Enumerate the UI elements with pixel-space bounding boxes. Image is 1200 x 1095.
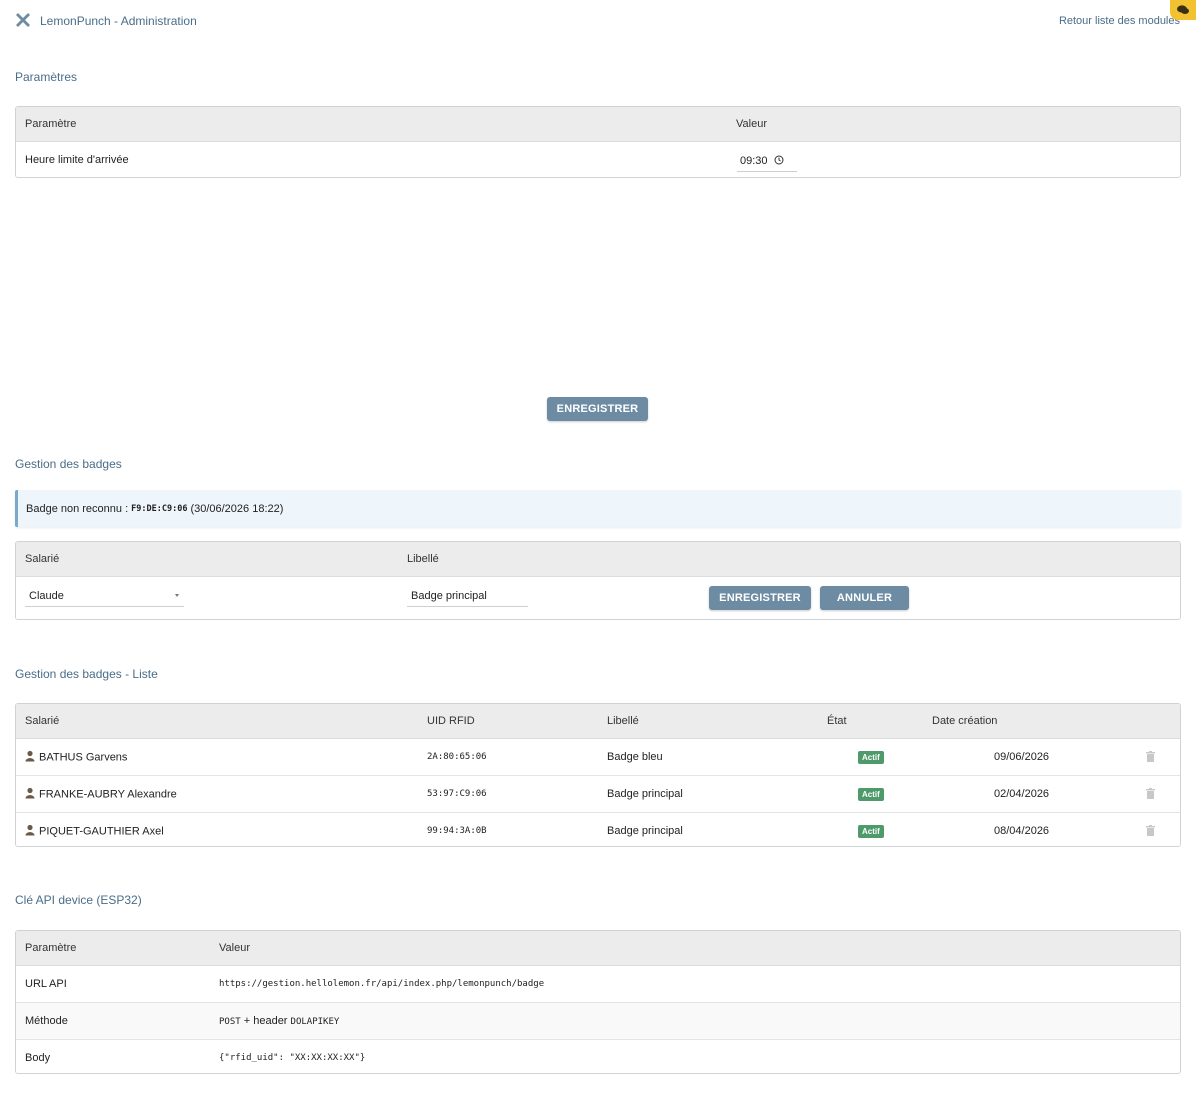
body-label: Body: [25, 1052, 51, 1064]
uid-cell: 53:97:C9:06: [427, 789, 487, 799]
back-to-modules-link[interactable]: Retour liste des modules: [1059, 15, 1180, 27]
col-uid: UID RFID: [427, 715, 475, 727]
employee-name: FRANKE-AUBRY Alexandre: [39, 788, 177, 801]
method-text: + header: [240, 1015, 291, 1027]
save-parametres-button[interactable]: ENREGISTRER: [547, 397, 648, 421]
col-salarie: Salarié: [25, 715, 60, 727]
col-parametre: Paramètre: [25, 942, 77, 954]
employee-name: BATHUS Garvens: [39, 751, 128, 764]
uid-cell: 2A:80:65:06: [427, 752, 487, 762]
method-label: Méthode: [25, 1015, 68, 1027]
employee-name: PIQUET-GAUTHIER Axel: [39, 825, 164, 838]
badge-label-input[interactable]: Badge principal: [407, 585, 528, 607]
parametres-table: Paramètre Valeur Heure limite d'arrivée …: [15, 106, 1181, 178]
tools-icon: [14, 12, 32, 30]
parametres-table-header: Paramètre Valeur: [16, 107, 1180, 142]
arrival-time-value: 09:30: [740, 155, 768, 167]
notice-date: (30/06/2026 18:22): [190, 502, 284, 515]
method-value: POST + header DOLAPIKEY: [219, 1015, 339, 1027]
parametres-title: Paramètres: [15, 70, 78, 84]
col-salarie: Salarié: [25, 553, 60, 565]
uid-cell: 99:94:3A:0B: [427, 826, 487, 836]
table-row: Méthode POST + header DOLAPIKEY: [16, 1003, 1180, 1040]
trash-icon[interactable]: [1146, 825, 1155, 836]
user-icon: [25, 750, 35, 762]
employee-cell[interactable]: FRANKE-AUBRY Alexandre: [25, 787, 177, 801]
user-icon: [25, 824, 35, 836]
notice-prefix: Badge non reconnu :: [26, 502, 129, 515]
url-label: URL API: [25, 978, 67, 990]
api-title: Clé API device (ESP32): [15, 893, 142, 907]
param-label: Heure limite d'arrivée: [25, 154, 129, 166]
label-cell: Badge principal: [607, 825, 683, 837]
badge-assign-form: Salarié Libellé Claude Badge principal E…: [15, 541, 1181, 620]
badge-label-value: Badge principal: [411, 589, 487, 602]
badge-assign-header: Salarié Libellé: [16, 542, 1180, 577]
employee-select[interactable]: Claude: [25, 585, 184, 607]
badge-list-title: Gestion des badges - Liste: [15, 667, 158, 681]
arrival-time-input[interactable]: 09:30: [737, 151, 797, 172]
employee-cell[interactable]: BATHUS Garvens: [25, 750, 128, 764]
table-row: FRANKE-AUBRY Alexandre 53:97:C9:06 Badge…: [16, 776, 1180, 813]
table-row: BATHUS Garvens 2A:80:65:06 Badge bleu Ac…: [16, 739, 1180, 776]
chat-icon[interactable]: [1170, 0, 1196, 20]
notice-uid: F9:DE:C9:06: [131, 503, 188, 514]
api-table: Paramètre Valeur URL API https://gestion…: [15, 930, 1181, 1074]
user-icon: [25, 787, 35, 799]
date-cell: 08/04/2026: [994, 825, 1050, 837]
table-row: Body {"rfid_uid": "XX:XX:XX:XX"}: [16, 1040, 1180, 1073]
badge-list-header: Salarié UID RFID Libellé État Date créat…: [16, 704, 1180, 739]
badges-title: Gestion des badges: [15, 457, 122, 471]
table-row: PIQUET-GAUTHIER Axel 99:94:3A:0B Badge p…: [16, 813, 1180, 846]
url-value: https://gestion.hellolemon.fr/api/index.…: [219, 979, 545, 989]
date-cell: 02/04/2026: [994, 788, 1050, 800]
status-badge: Actif: [858, 751, 884, 764]
method-code: POST: [219, 1017, 241, 1027]
col-libelle: Libellé: [607, 715, 639, 727]
employee-cell[interactable]: PIQUET-GAUTHIER Axel: [25, 824, 164, 838]
label-cell: Badge principal: [607, 788, 683, 800]
date-cell: 09/06/2026: [994, 751, 1050, 763]
col-valeur: Valeur: [736, 118, 767, 130]
employee-select-value: Claude: [29, 589, 64, 602]
status-badge: Actif: [858, 825, 884, 838]
trash-icon[interactable]: [1146, 751, 1155, 762]
unknown-badge-notice: Badge non reconnu : F9:DE:C9:06 (30/06/2…: [15, 490, 1181, 527]
status-badge: Actif: [858, 788, 884, 801]
top-bar: LemonPunch - Administration Retour liste…: [14, 12, 1180, 34]
cancel-badge-button[interactable]: ANNULER: [820, 586, 909, 610]
col-parametre: Paramètre: [25, 118, 77, 130]
body-value: {"rfid_uid": "XX:XX:XX:XX"}: [219, 1053, 366, 1063]
col-etat: État: [827, 715, 847, 727]
save-badge-button[interactable]: ENREGISTRER: [709, 586, 811, 610]
trash-icon[interactable]: [1146, 788, 1155, 799]
clock-icon[interactable]: [774, 155, 784, 168]
table-row: Heure limite d'arrivée 09:30: [16, 142, 1180, 177]
method-header: DOLAPIKEY: [290, 1017, 340, 1027]
badge-list-table: Salarié UID RFID Libellé État Date créat…: [15, 703, 1181, 847]
col-date-creation: Date création: [932, 715, 998, 727]
label-cell: Badge bleu: [607, 751, 663, 763]
table-row: URL API https://gestion.hellolemon.fr/ap…: [16, 966, 1180, 1003]
app-title-text: LemonPunch - Administration: [40, 14, 197, 28]
api-table-header: Paramètre Valeur: [16, 931, 1180, 966]
chevron-down-icon: [175, 594, 179, 597]
badge-assign-row: Claude Badge principal ENREGISTRER ANNUL…: [16, 577, 1180, 619]
col-libelle: Libellé: [407, 553, 439, 565]
app-title[interactable]: LemonPunch - Administration: [14, 12, 197, 30]
col-valeur: Valeur: [219, 942, 250, 954]
